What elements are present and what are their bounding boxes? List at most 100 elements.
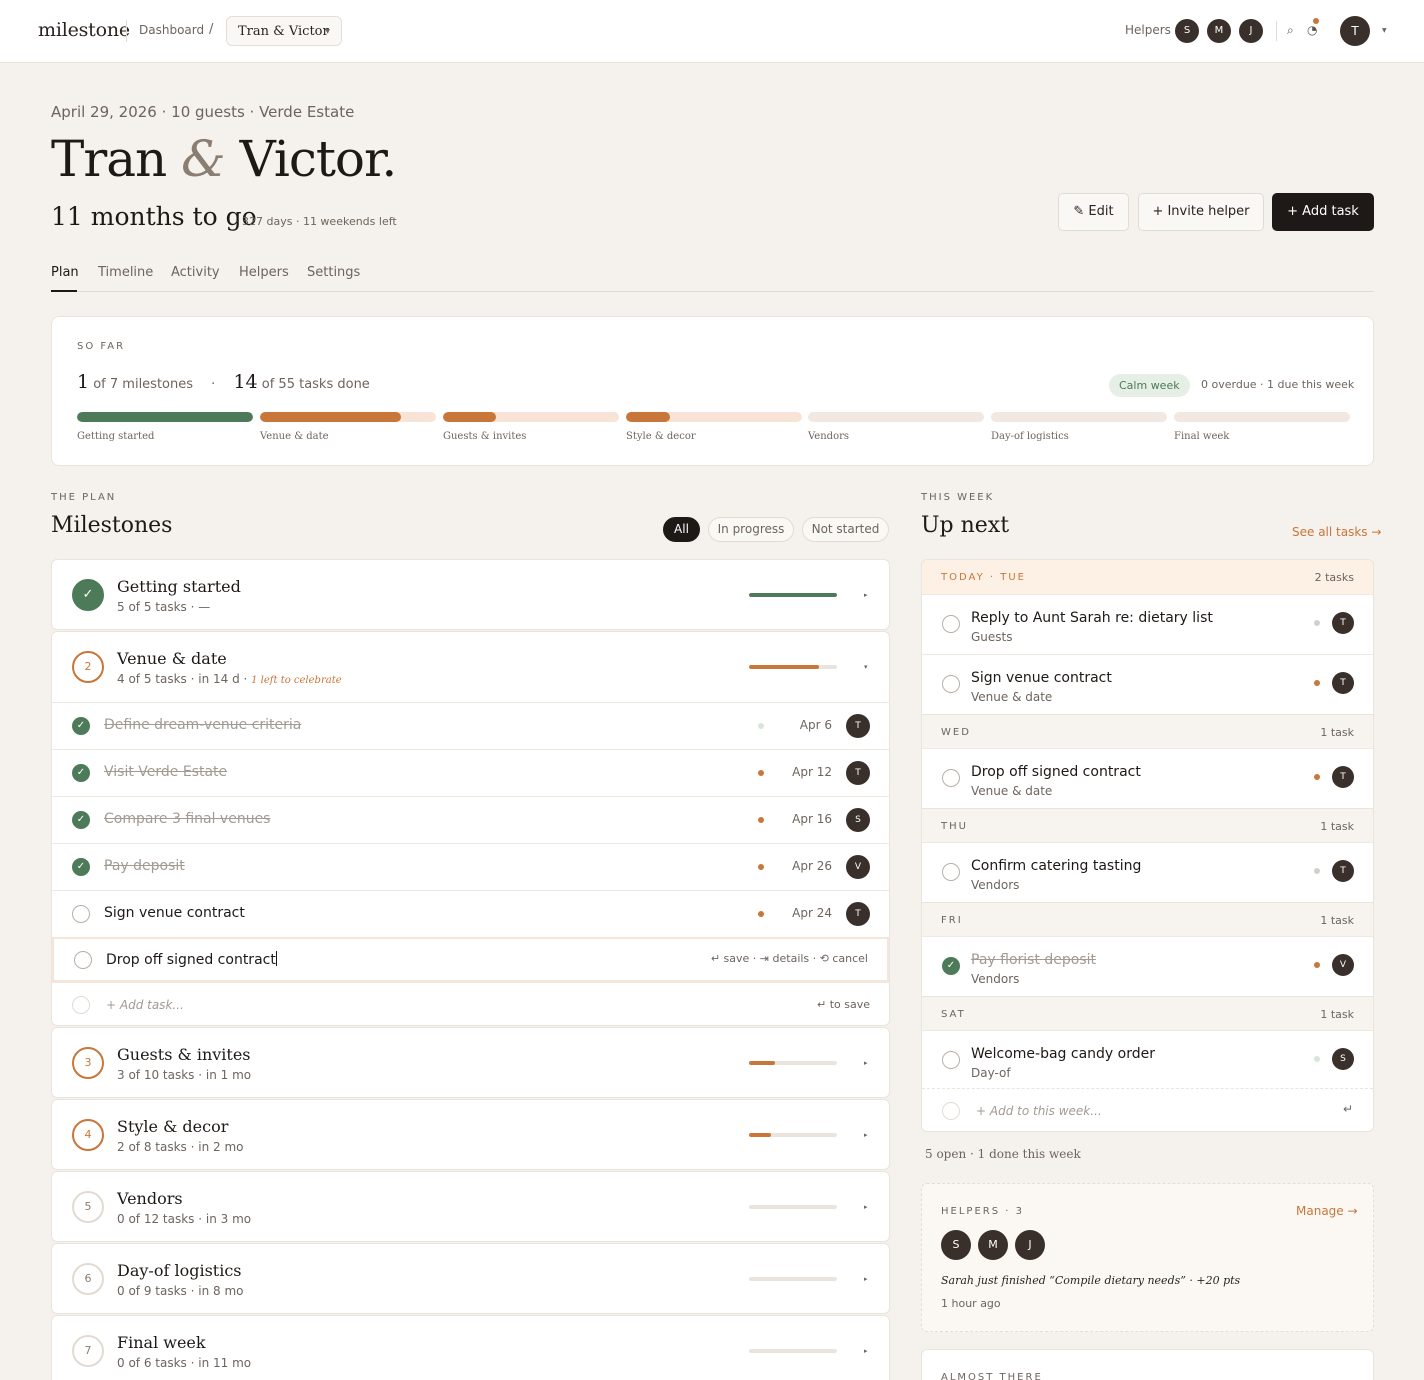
week-task-row[interactable]: Welcome-bag candy order Day-of S — [922, 1030, 1373, 1090]
day-task-count: 1 task — [1320, 820, 1354, 833]
assignee-avatar[interactable]: V — [1332, 954, 1354, 976]
assignee-avatar[interactable]: V — [846, 855, 870, 879]
phase-bar[interactable]: Venue & date — [260, 412, 436, 442]
assignee-avatar[interactable]: T — [846, 714, 870, 738]
event-selector[interactable]: Tran & Victor ▼ — [226, 16, 342, 46]
add-week-task-input[interactable]: + Add to this week... — [976, 1104, 1102, 1118]
task-label: Pay deposit — [104, 858, 185, 874]
task-checkbox[interactable] — [942, 675, 960, 693]
task-checkbox-checked[interactable]: ✓ — [942, 957, 960, 975]
filter-all[interactable]: All — [663, 517, 700, 542]
week-task-row[interactable]: Drop off signed contract Venue & date T — [922, 748, 1373, 808]
helper-avatar[interactable]: S — [1175, 19, 1199, 43]
phase-bar[interactable]: Day-of logistics — [991, 412, 1167, 442]
chevron-right-icon[interactable]: ▸ — [864, 1275, 868, 1283]
milestone-guests-invites[interactable]: 3 Guests & invites 3 of 10 tasks · in 1 … — [51, 1027, 890, 1098]
phase-bar[interactable]: Getting started — [77, 412, 253, 442]
tab-settings[interactable]: Settings — [307, 265, 360, 280]
notifications-icon[interactable]: ◔ — [1307, 23, 1317, 37]
task-edit-input[interactable]: Drop off signed contract — [106, 951, 277, 968]
task-checkbox[interactable] — [942, 769, 960, 787]
milestone-progress — [749, 1061, 837, 1065]
assignee-avatar[interactable]: T — [1332, 612, 1354, 634]
task-row[interactable]: ✓ Pay deposit Apr 26 V — [52, 843, 889, 890]
milestone-vendors[interactable]: 5 Vendors 0 of 12 tasks · in 3 mo ▸ — [51, 1171, 890, 1242]
plan-eyebrow: THE PLAN — [51, 492, 117, 503]
search-icon[interactable]: ⌕ — [1287, 23, 1294, 38]
chevron-right-icon[interactable]: ▸ — [864, 1347, 868, 1355]
chevron-right-icon[interactable]: ▸ — [864, 1059, 868, 1067]
tab-helpers[interactable]: Helpers — [239, 265, 289, 280]
add-task-button[interactable]: + Add task — [1272, 193, 1374, 231]
ampersand: & — [181, 130, 226, 188]
invite-helper-button[interactable]: + Invite helper — [1138, 193, 1264, 231]
task-checkbox[interactable] — [942, 1051, 960, 1069]
milestone-getting-started[interactable]: ✓ Getting started 5 of 5 tasks · — ▸ — [51, 559, 890, 630]
task-checkbox-checked[interactable]: ✓ — [72, 811, 90, 829]
helper-avatar[interactable]: M — [1207, 19, 1231, 43]
task-checkbox[interactable] — [74, 951, 92, 969]
week-task-row[interactable]: Confirm catering tasting Vendors T — [922, 842, 1373, 902]
tab-timeline[interactable]: Timeline — [98, 265, 153, 280]
task-row[interactable]: ✓ Compare 3 final venues Apr 16 S — [52, 796, 889, 843]
task-checkbox[interactable] — [942, 863, 960, 881]
milestone-style-decor[interactable]: 4 Style & decor 2 of 8 tasks · in 2 mo ▸ — [51, 1099, 890, 1170]
see-all-tasks-link[interactable]: See all tasks → — [1292, 525, 1381, 539]
overdue-summary: 0 overdue · 1 due this week — [1201, 378, 1355, 391]
chevron-down-icon[interactable]: ▾ — [864, 663, 868, 671]
task-checkbox-checked[interactable]: ✓ — [72, 858, 90, 876]
app-logo[interactable]: milestone — [38, 19, 130, 41]
phase-track — [1174, 412, 1350, 422]
week-task-row[interactable]: Sign venue contract Venue & date T — [922, 654, 1373, 714]
helper-avatar[interactable]: J — [1239, 19, 1263, 43]
phase-bar[interactable]: Vendors — [808, 412, 984, 442]
chevron-down-icon[interactable]: ▼ — [1382, 27, 1387, 34]
filter-not-started[interactable]: Not started — [802, 517, 889, 542]
week-task-row[interactable]: ✓ Pay florist deposit Vendors V — [922, 936, 1373, 996]
phase-bar[interactable]: Guests & invites — [443, 412, 619, 442]
add-week-task-row[interactable]: + Add to this week... ↵ — [922, 1088, 1373, 1131]
task-row[interactable]: ✓ Visit Verde Estate Apr 12 T — [52, 749, 889, 796]
add-task-input[interactable]: + Add task... — [106, 998, 184, 1012]
assignee-avatar[interactable]: T — [1332, 766, 1354, 788]
breadcrumb-dashboard[interactable]: Dashboard — [139, 23, 204, 37]
assignee-avatar[interactable]: T — [846, 761, 870, 785]
assignee-avatar[interactable]: T — [1332, 860, 1354, 882]
assignee-avatar[interactable]: S — [846, 808, 870, 832]
milestone-subtitle: 5 of 5 tasks · — — [117, 600, 211, 614]
filter-in-progress[interactable]: In progress — [708, 517, 794, 542]
milestone-number: 3 — [72, 1047, 104, 1079]
chevron-right-icon[interactable]: ▸ — [864, 1131, 868, 1139]
helper-avatar[interactable]: S — [941, 1230, 971, 1260]
task-row[interactable]: Sign venue contract Apr 24 T — [52, 890, 889, 937]
helper-avatar[interactable]: M — [978, 1230, 1008, 1260]
user-avatar[interactable]: T — [1340, 16, 1370, 46]
chevron-down-icon: ▼ — [325, 28, 330, 35]
milestone-title[interactable]: Venue & date — [117, 649, 227, 668]
task-checkbox-checked[interactable]: ✓ — [72, 764, 90, 782]
edit-button[interactable]: ✎ Edit — [1058, 193, 1129, 231]
task-row[interactable]: ✓ Define dream-venue criteria Apr 6 T — [52, 702, 889, 749]
phase-bar[interactable]: Style & decor — [626, 412, 802, 442]
assignee-avatar[interactable]: S — [1332, 1048, 1354, 1070]
tab-activity[interactable]: Activity — [171, 265, 220, 280]
milestone-day-of-logistics[interactable]: 6 Day-of logistics 0 of 9 tasks · in 8 m… — [51, 1243, 890, 1314]
assignee-avatar[interactable]: T — [846, 902, 870, 926]
chevron-right-icon[interactable]: ▸ — [864, 591, 868, 599]
task-checkbox-checked[interactable]: ✓ — [72, 717, 90, 735]
chevron-right-icon[interactable]: ▸ — [864, 1203, 868, 1211]
task-checkbox[interactable] — [72, 905, 90, 923]
add-task-row[interactable]: + Add task... ↵ to save — [52, 982, 889, 1026]
tab-plan[interactable]: Plan — [51, 265, 79, 280]
milestone-final-week[interactable]: 7 Final week 0 of 6 tasks · in 11 mo ▸ — [51, 1315, 890, 1380]
priority-dot — [758, 864, 764, 870]
helper-avatar[interactable]: J — [1015, 1230, 1045, 1260]
task-edit-row[interactable]: Drop off signed contract ↵ save · ⇥ deta… — [52, 937, 889, 982]
assignee-avatar[interactable]: T — [1332, 672, 1354, 694]
task-checkbox[interactable] — [942, 615, 960, 633]
milestone-title: Guests & invites — [117, 1045, 251, 1064]
phase-bar[interactable]: Final week — [1174, 412, 1350, 442]
manage-helpers-link[interactable]: Manage → — [1296, 1204, 1358, 1218]
milestone-subtitle: 0 of 9 tasks · in 8 mo — [117, 1284, 244, 1298]
week-task-row[interactable]: Reply to Aunt Sarah re: dietary list Gue… — [922, 594, 1373, 654]
